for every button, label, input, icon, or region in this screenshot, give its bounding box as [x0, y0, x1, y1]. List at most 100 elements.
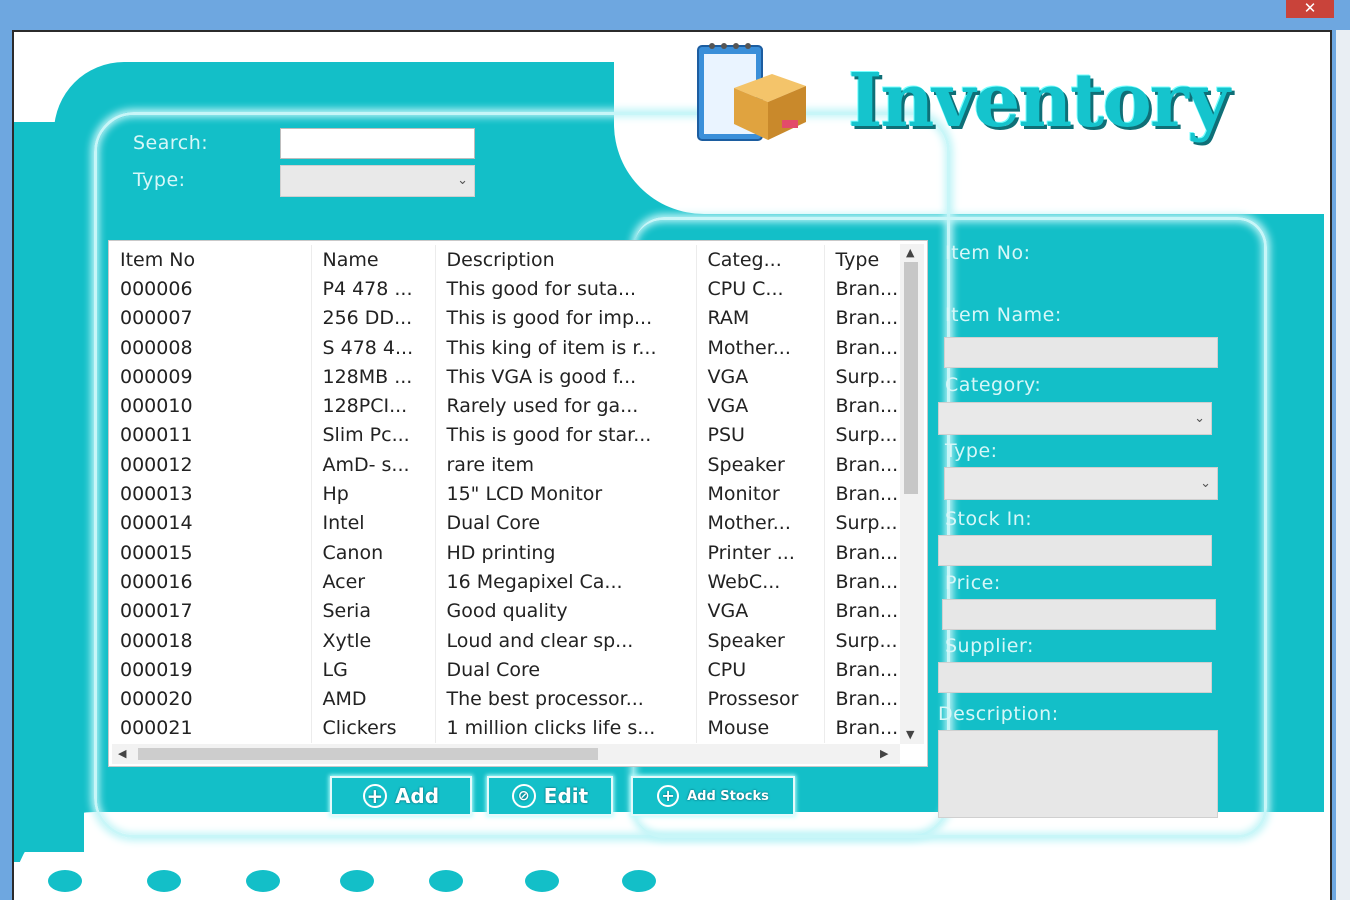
table-row[interactable]: 000010 128PCI... Rarely used for ga... VGA B…	[109, 391, 905, 421]
cell-category: WebC...	[696, 567, 825, 597]
plus-circle-icon: +	[657, 785, 680, 807]
type-select[interactable]: ⌄	[944, 467, 1218, 500]
description-textarea[interactable]	[938, 730, 1218, 818]
horizontal-scrollbar-thumb[interactable]	[138, 748, 598, 760]
add-button-label: Add	[394, 784, 440, 808]
table-row[interactable]: 000011 Slim Pc... This is good for star...…	[109, 420, 905, 451]
cell-description: 15" LCD Monitor	[435, 479, 697, 509]
background-panel-footer	[14, 812, 84, 852]
supplier-field[interactable]	[938, 662, 1212, 693]
close-button[interactable]: ✕	[1286, 0, 1334, 18]
table-row[interactable]: 000009 128MB ... This VGA is good f... VGA S…	[109, 362, 905, 392]
table-row[interactable]: 000021 Clickers 1 million clicks life s...…	[109, 713, 905, 744]
cell-category: Monitor	[696, 479, 825, 509]
cell-description: This VGA is good f...	[435, 362, 697, 392]
cell-type: Bran...	[824, 537, 905, 568]
cell-item-no: 000020	[109, 684, 312, 714]
type-filter-select[interactable]: ⌄	[280, 165, 475, 197]
item-name-field[interactable]	[944, 337, 1218, 368]
vertical-scrollbar-thumb[interactable]	[904, 262, 918, 494]
column-header-type[interactable]: Type	[824, 245, 905, 275]
stock-in-label: Stock In:	[945, 508, 1033, 530]
cell-category: CPU C...	[696, 274, 825, 304]
column-header-name[interactable]: Name	[311, 245, 436, 275]
cell-category: VGA	[696, 391, 825, 421]
description-label: Description:	[938, 703, 1059, 725]
cell-description: Rarely used for ga...	[435, 391, 697, 421]
column-header-description[interactable]: Description	[435, 245, 697, 275]
window-edge	[1336, 30, 1350, 900]
scroll-up-icon[interactable]: ▲	[906, 246, 914, 259]
cell-item-no: 000018	[109, 625, 312, 656]
cell-type: Bran...	[824, 303, 905, 333]
category-select[interactable]: ⌄	[938, 402, 1212, 435]
cell-name: AmD- s...	[311, 450, 436, 480]
add-stocks-button[interactable]: + Add Stocks	[631, 776, 795, 816]
cell-type: Bran...	[824, 391, 905, 421]
chevron-down-icon: ⌄	[1200, 475, 1211, 491]
table-row[interactable]: 000020 AMD The best processor... Prossesor B…	[109, 684, 905, 714]
footer-dot	[429, 870, 463, 892]
scroll-left-icon[interactable]: ◀	[118, 747, 126, 760]
table-row[interactable]: 000012 AmD- s... rare item Speaker Bran...	[109, 450, 905, 480]
cell-category: RAM	[696, 303, 825, 333]
category-label: Category:	[945, 374, 1042, 396]
cell-item-no: 000010	[109, 391, 312, 421]
table-row[interactable]: 000016 Acer 16 Megapixel Ca... WebC... Bran.…	[109, 567, 905, 597]
cell-description: Loud and clear sp...	[435, 625, 697, 656]
table-row[interactable]: 000007 256 DD... This is good for imp... RA…	[109, 303, 905, 333]
cell-name: Canon	[311, 537, 436, 568]
pencil-icon: ⊘	[511, 784, 536, 808]
cell-name: Clickers	[311, 713, 436, 744]
cell-item-no: 000011	[109, 420, 312, 451]
cell-name: P4 478 ...	[311, 274, 436, 304]
cell-type: Bran...	[824, 450, 905, 480]
supplier-label: Supplier:	[945, 635, 1034, 657]
cell-category: VGA	[696, 362, 825, 392]
inventory-table[interactable]: Item No Name Description Categ... Type 0…	[108, 240, 928, 767]
column-header-category[interactable]: Categ...	[696, 245, 825, 275]
table-row[interactable]: 000013 Hp 15" LCD Monitor Monitor Bran...	[109, 479, 905, 509]
cell-description: This king of item is r...	[435, 332, 697, 363]
cell-category: Printer ...	[696, 537, 825, 568]
cell-description: 16 Megapixel Ca...	[435, 567, 697, 597]
cell-name: LG	[311, 655, 436, 685]
table-row[interactable]: 000006 P4 478 ... This good for suta... CPU…	[109, 274, 905, 304]
scroll-down-icon[interactable]: ▼	[906, 728, 914, 741]
stock-in-field[interactable]	[938, 535, 1212, 566]
chevron-down-icon: ⌄	[457, 172, 468, 188]
cell-description: HD printing	[435, 537, 697, 568]
cell-description: This good for suta...	[435, 274, 697, 304]
cell-type: Bran...	[824, 596, 905, 626]
cell-item-no: 000021	[109, 713, 312, 744]
cell-name: Hp	[311, 479, 436, 509]
cell-name: 256 DD...	[311, 303, 436, 333]
scroll-right-icon[interactable]: ▶	[880, 747, 888, 760]
table-row[interactable]: 000008 S 478 4... This king of item is r..…	[109, 332, 905, 363]
title-bar	[0, 0, 1350, 30]
cell-item-no: 000014	[109, 508, 312, 538]
table-row[interactable]: 000017 Seria Good quality VGA Bran...	[109, 596, 905, 626]
table-row[interactable]: 000019 LG Dual Core CPU Bran...	[109, 655, 905, 685]
cell-name: 128MB ...	[311, 362, 436, 392]
cell-description: Dual Core	[435, 508, 697, 538]
logo-icon	[694, 40, 812, 146]
cell-name: Slim Pc...	[311, 420, 436, 451]
cell-item-no: 000007	[109, 303, 312, 333]
price-field[interactable]	[942, 599, 1216, 630]
add-button[interactable]: + Add	[330, 776, 472, 816]
column-header-item-no[interactable]: Item No	[109, 245, 312, 275]
footer-dot	[246, 870, 280, 892]
cell-name: Seria	[311, 596, 436, 626]
table-row[interactable]: 000015 Canon HD printing Printer ... Bran...	[109, 537, 905, 568]
table-header-row: Item No Name Description Categ... Type	[109, 245, 905, 275]
cell-category: VGA	[696, 596, 825, 626]
table-row[interactable]: 000018 Xytle Loud and clear sp... Speaker Su…	[109, 625, 905, 656]
table-row[interactable]: 000014 Intel Dual Core Mother... Surp...	[109, 508, 905, 538]
add-stocks-button-label: Add Stocks	[687, 788, 769, 804]
cell-name: S 478 4...	[311, 332, 436, 363]
cell-type: Bran...	[824, 332, 905, 363]
cell-name: 128PCI...	[311, 391, 436, 421]
search-input[interactable]	[280, 128, 475, 159]
edit-button[interactable]: ⊘ Edit	[487, 776, 613, 816]
